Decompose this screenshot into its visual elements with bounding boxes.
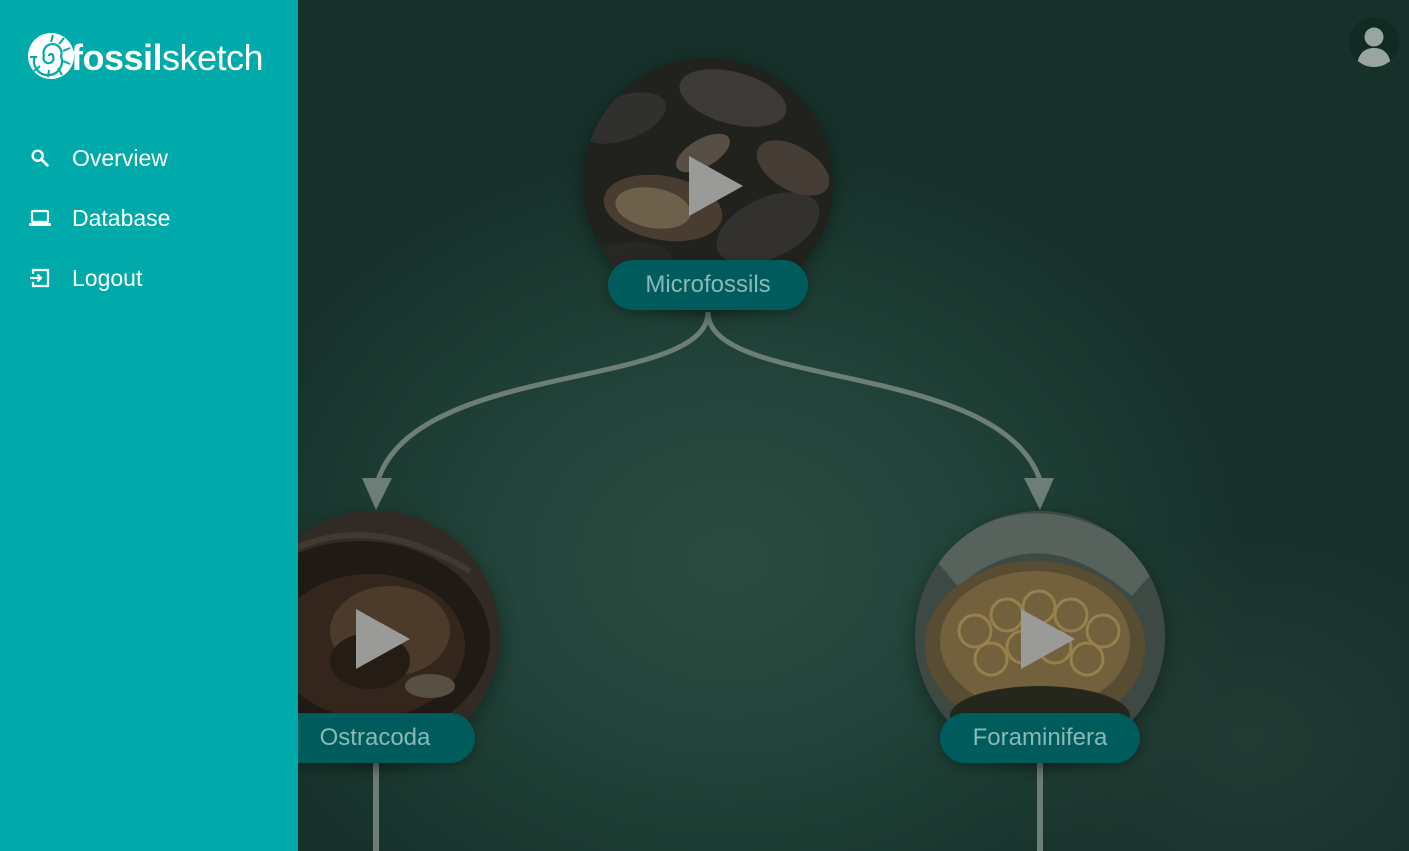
logout-icon [28,266,52,290]
sidebar: fossilsketch Overview Database Logout [0,0,298,851]
node-label-foraminifera[interactable]: Foraminifera [940,713,1140,763]
sidebar-item-logout[interactable]: Logout [0,248,298,308]
laptop-icon [28,206,52,230]
arrowhead-ostracoda [362,478,392,510]
user-avatar-icon [1357,27,1391,67]
logo-wordmark: fossilsketch [71,36,264,78]
tree-node-ostracoda: Ostracoda [298,511,500,763]
logo-word-bold: fossil [71,37,163,78]
user-avatar-button[interactable] [1349,17,1399,67]
tree-node-foraminifera: Foraminifera [915,511,1165,763]
sidebar-item-database[interactable]: Database [0,188,298,248]
sidebar-nav: Overview Database Logout [0,128,298,308]
play-icon [356,609,410,669]
sidebar-item-label: Logout [72,264,143,291]
connector-microfossils-foraminifera [705,311,1043,481]
sidebar-item-label: Overview [72,144,168,171]
logo[interactable]: fossilsketch [25,28,264,84]
arrowhead-foraminifera [1024,478,1054,510]
tree-node-microfossils: Microfossils [583,58,833,310]
play-icon [689,156,743,216]
taxonomy-tree-canvas: Microfossils Ostracoda Foraminifera [298,0,1409,851]
play-icon [1021,609,1075,669]
node-label-microfossils[interactable]: Microfossils [608,260,808,310]
sidebar-item-overview[interactable]: Overview [0,128,298,188]
connector-microfossils-ostracoda [375,311,711,481]
ammonite-logo-icon [28,33,74,79]
logo-word-light: sketch [162,37,264,78]
sidebar-item-label: Database [72,204,171,231]
node-label-ostracoda[interactable]: Ostracoda [298,713,475,763]
app-root: fossilsketch Overview Database Logout Mi… [0,0,1409,851]
search-icon [28,146,52,170]
